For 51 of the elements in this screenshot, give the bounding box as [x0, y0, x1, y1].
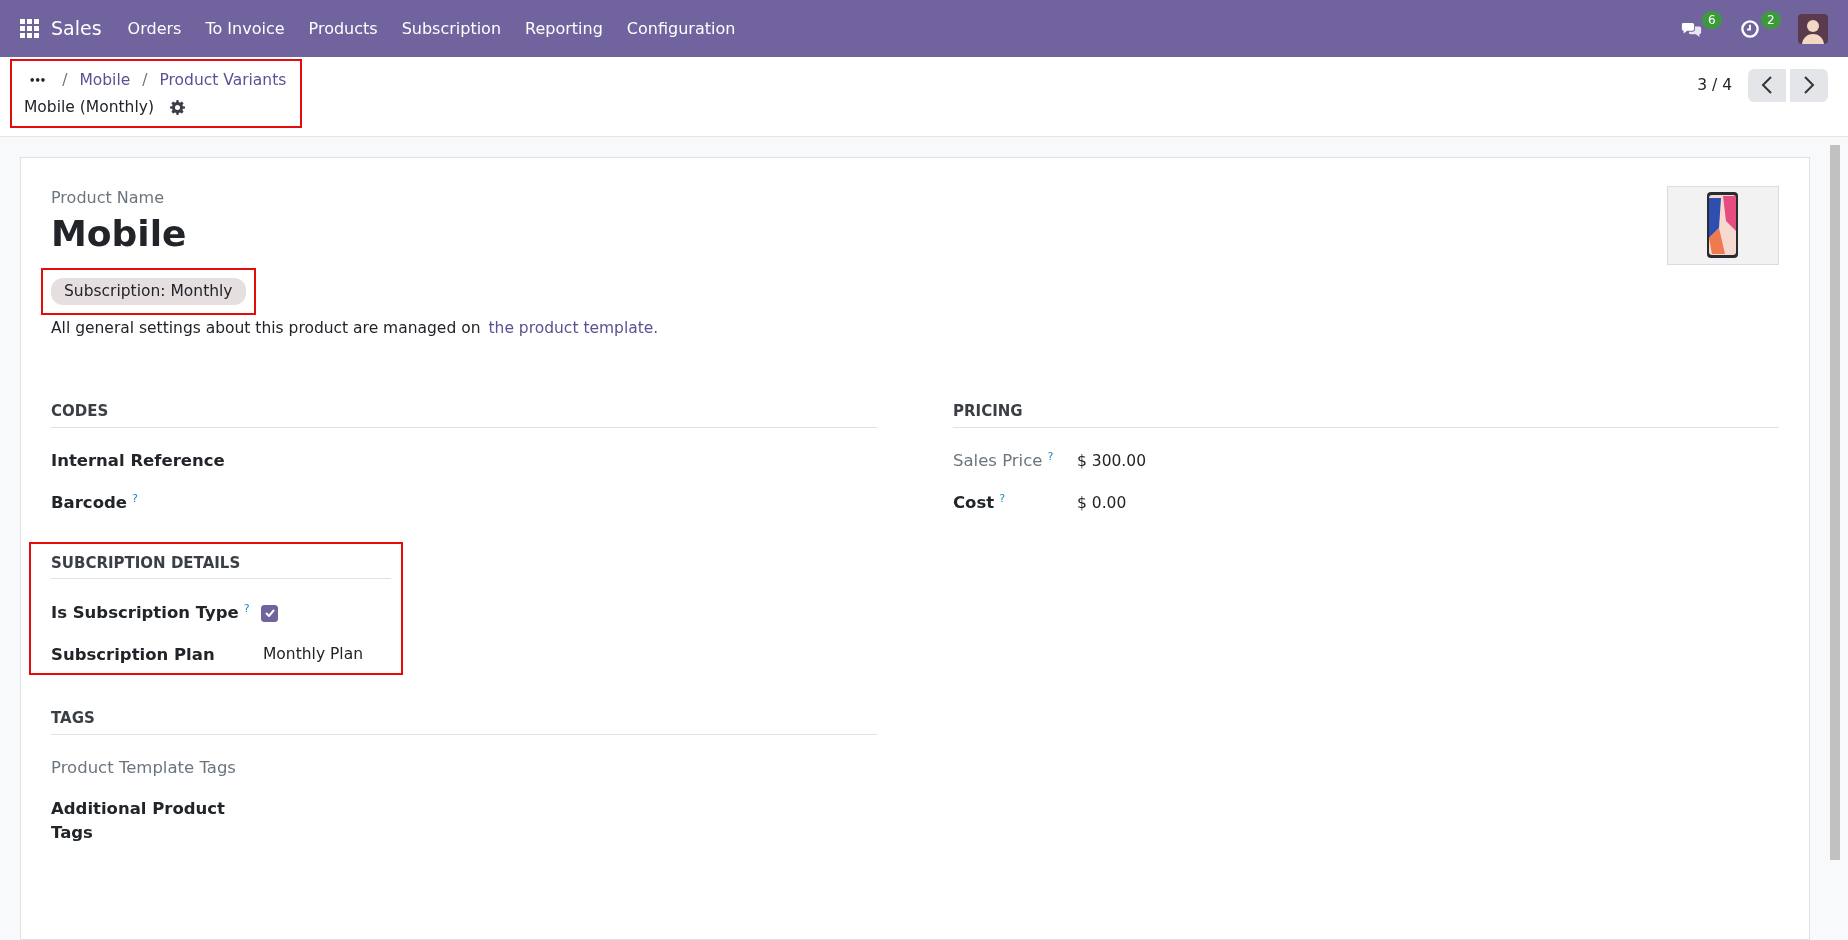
menu-item[interactable]: Products [296, 16, 390, 41]
check-icon [264, 609, 275, 618]
field-value: Monthly Plan [263, 644, 363, 666]
help-mark[interactable]: ? [243, 600, 250, 618]
notification-count: 6 [1702, 10, 1722, 29]
section-title: SUBCRIPTION DETAILS [51, 552, 241, 574]
field-label: Internal Reference [51, 450, 225, 473]
field-label: Is Subscription Type [51, 601, 239, 624]
chevron-right-icon [1803, 76, 1815, 95]
breadcrumb-link[interactable]: Mobile [79, 69, 131, 93]
field-label: Product Template Tags [51, 757, 236, 780]
record-title: Mobile (Monthly) [24, 97, 154, 119]
field-value: $ 300.00 [1077, 450, 1147, 472]
notification-count: 2 [1761, 10, 1781, 29]
checkbox[interactable] [261, 604, 278, 622]
field-label: Product Name [51, 187, 166, 209]
menu-item[interactable]: Configuration [614, 16, 748, 41]
menu-item[interactable]: Subscription [389, 16, 514, 41]
menu-item[interactable]: To Invoice [193, 16, 297, 41]
section-title: PRICING [953, 401, 1023, 423]
field-label: Barcode [51, 492, 127, 515]
field-label: Subscription Plan [51, 643, 215, 666]
previous-button[interactable] [1748, 69, 1786, 102]
app-name[interactable]: Sales [39, 14, 116, 43]
subscription-tag: Subscription: Monthly [51, 277, 246, 305]
more-button[interactable]: ••• [24, 72, 51, 90]
chevron-left-icon [1761, 76, 1773, 95]
field-value: $ 0.00 [1077, 492, 1127, 514]
help-mark[interactable]: ? [1047, 449, 1054, 466]
field-label: Additional Product Tags [51, 797, 226, 845]
breadcrumb-separator: / [61, 70, 69, 91]
product-name: Mobile [51, 214, 188, 254]
help-mark[interactable]: ? [999, 491, 1005, 508]
section-title: TAGS [51, 708, 95, 730]
menu-item[interactable]: Reporting [513, 16, 615, 41]
breadcrumb-link[interactable]: Product Variants [159, 69, 287, 93]
pager-value: 3 / 4 [1697, 74, 1732, 96]
help-mark[interactable]: ? [131, 491, 138, 508]
template-link[interactable]: the product template. [488, 318, 659, 337]
scrollbar[interactable] [1830, 145, 1840, 860]
apps-menu-icon[interactable] [20, 19, 39, 38]
menu-item[interactable]: Orders [115, 16, 194, 41]
next-button[interactable] [1790, 69, 1828, 102]
field-label: Sales Price [953, 450, 1043, 473]
user-avatar[interactable] [1798, 13, 1828, 44]
field-label: Cost [953, 492, 995, 515]
clock-icon[interactable] [1740, 18, 1760, 39]
breadcrumb-separator: / [141, 70, 149, 91]
settings-icon[interactable] [169, 100, 185, 116]
info-text: All general settings about this product are managed on [51, 318, 481, 337]
section-title: CODES [51, 401, 109, 423]
